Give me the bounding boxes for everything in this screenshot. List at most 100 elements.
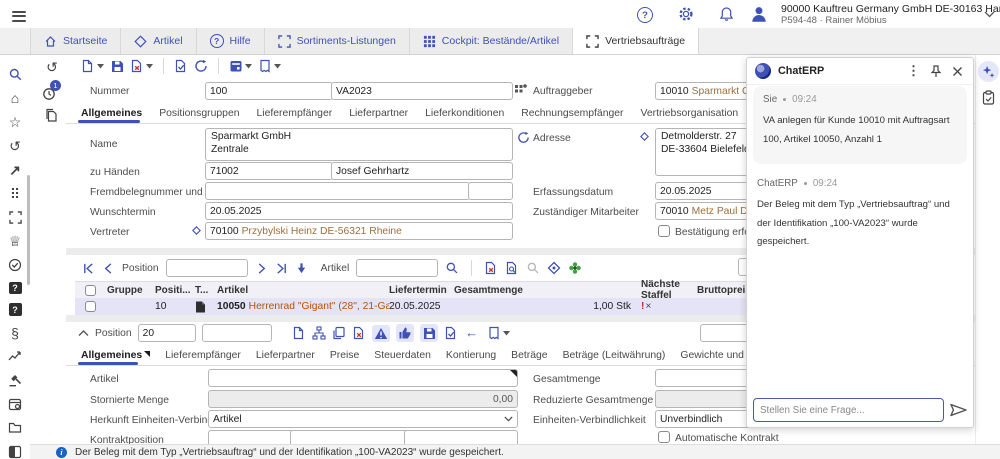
tab-sortiments-listungen[interactable]: Sortiments-Listungen — [265, 28, 410, 54]
column-artikel[interactable]: Artikel — [217, 285, 389, 296]
search-icon[interactable] — [445, 261, 459, 275]
help-icon[interactable]: ? — [637, 7, 653, 23]
folder-icon[interactable] — [7, 420, 23, 435]
send-icon[interactable] — [950, 403, 967, 417]
detail-position-input2[interactable] — [202, 324, 272, 342]
herkunft-select[interactable]: Artikel — [208, 410, 518, 428]
calendar-gear-icon[interactable] — [7, 397, 23, 412]
close-icon[interactable] — [950, 66, 965, 77]
column-gruppe[interactable]: Gruppe — [105, 285, 155, 296]
first-position-button[interactable] — [82, 262, 95, 275]
warning-toggle[interactable] — [372, 325, 390, 342]
delete-position-button[interactable] — [352, 326, 366, 340]
apps-grid-icon[interactable]: ⠿ — [7, 186, 23, 201]
order-tab-rechnungsempfaenger[interactable]: Rechnungsempfänger — [521, 108, 623, 119]
nummer-input[interactable]: 100 — [205, 82, 333, 100]
thumbs-up-toggle[interactable] — [396, 324, 414, 342]
wunschtermin-input[interactable]: 20.05.2025 — [205, 202, 513, 220]
automatische-kontrakt-checkbox[interactable] — [658, 431, 670, 443]
detail-tab-kontierung[interactable]: Kontierung — [446, 350, 496, 361]
home-icon[interactable]: ⌂ — [7, 91, 23, 106]
confirm-document-button[interactable] — [444, 326, 458, 340]
detail-artikel-input[interactable] — [208, 369, 518, 387]
detail-position-input[interactable]: 20 — [138, 324, 196, 342]
detail-tab-lieferempfaenger[interactable]: Lieferempfänger — [165, 350, 241, 361]
detail-tab-betraege[interactable]: Beträge — [511, 350, 547, 361]
order-tab-allgemeines[interactable]: Allgemeines — [81, 108, 142, 119]
tab-hilfe[interactable]: ? Hilfe — [197, 28, 265, 54]
save-button[interactable] — [109, 58, 125, 74]
search-icon[interactable] — [7, 67, 23, 82]
diamond-icon[interactable] — [640, 132, 649, 141]
detail-tab-allgemeines[interactable]: Allgemeines — [81, 350, 150, 361]
half-filled-square-icon[interactable] — [7, 444, 23, 459]
column-bruttopreis[interactable]: Bruttopreis — [697, 285, 748, 296]
share-arrow-icon[interactable]: ↗ — [7, 162, 23, 177]
history-icon[interactable]: ↺ — [7, 139, 23, 154]
delete-document-button[interactable] — [129, 58, 154, 74]
gavel-icon[interactable] — [7, 373, 23, 388]
order-tab-lieferempfaenger[interactable]: Lieferempfänger — [257, 108, 333, 119]
structure-button[interactable] — [312, 326, 326, 340]
pin-icon[interactable] — [928, 65, 943, 78]
chat-question-input[interactable] — [753, 398, 944, 422]
avatar[interactable] — [750, 5, 768, 23]
clipboard-check-icon[interactable] — [982, 90, 995, 105]
column-gesamtmenge[interactable]: Gesamtmenge — [454, 285, 637, 296]
fremdbelegnummer-input[interactable] — [205, 182, 470, 200]
detail-tab-betraege-leitwaehrung[interactable]: Beträge (Leitwährung) — [563, 350, 666, 361]
question-box-icon[interactable]: ? — [9, 303, 22, 316]
tab-startseite[interactable]: Startseite — [30, 28, 121, 54]
sidebar-scrollbar[interactable] — [27, 175, 30, 285]
column-typ[interactable]: T... — [195, 285, 217, 296]
gear-icon[interactable] — [678, 6, 694, 22]
clover-button[interactable] — [568, 261, 582, 275]
column-position[interactable]: Positi... — [155, 285, 195, 296]
vertreter-input[interactable]: 70100Przybylski Heinz DE-56321 Rheine — [205, 222, 513, 240]
user-info[interactable]: 90000 Kauftreu Germany GmbH DE-30163 Han… — [781, 3, 1000, 26]
refresh-name-icon[interactable] — [517, 131, 530, 144]
bestaetigung-checkbox[interactable] — [658, 225, 670, 237]
check-circle-icon[interactable] — [7, 258, 23, 273]
tab-cockpit-bestaende-artikel[interactable]: Cockpit: Bestände/Artikel — [410, 28, 573, 54]
verify-document-button[interactable] — [173, 58, 189, 74]
save-position-toggle[interactable] — [420, 324, 438, 342]
next-position-button[interactable] — [255, 262, 268, 275]
order-tab-vertriebsorganisation[interactable]: Vertriebsorganisation — [641, 108, 739, 119]
position-row[interactable]: 10 10050Herrenrad "Gigant" (28", 21-Gang… — [75, 298, 748, 316]
refresh-button[interactable] — [193, 58, 209, 74]
favorites-star-icon[interactable]: ☆ — [7, 115, 23, 130]
order-tab-lieferpartner[interactable]: Lieferpartner — [349, 108, 408, 119]
column-liefertermin[interactable]: Liefertermin — [389, 285, 454, 296]
tab-vertriebsauftraege[interactable]: Vertriebsaufträge — [573, 28, 699, 54]
history-icon[interactable]: ↺ — [44, 59, 60, 74]
select-all-checkbox[interactable] — [85, 285, 96, 296]
position-nav-input[interactable] — [166, 259, 248, 277]
notifications-icon[interactable]: 1 — [42, 83, 60, 101]
calendar-button[interactable] — [228, 58, 253, 74]
new-position-button[interactable] — [292, 326, 306, 340]
hamburger-menu-icon[interactable] — [12, 8, 26, 24]
detail-tab-lieferpartner[interactable]: Lieferpartner — [256, 350, 315, 361]
back-arrow-icon[interactable]: ← — [464, 326, 480, 341]
kennzeichen-input[interactable]: VA2023 — [331, 82, 513, 100]
collapse-icon[interactable] — [7, 210, 23, 225]
last-position-button[interactable] — [275, 262, 288, 275]
collapse-section-icon[interactable] — [78, 329, 89, 337]
documents-icon[interactable] — [44, 108, 59, 124]
trend-chart-icon[interactable] — [7, 349, 23, 364]
row-checkbox[interactable] — [85, 301, 96, 312]
detail-tab-steuerdaten[interactable]: Steuerdaten — [374, 350, 431, 361]
delete-position-button[interactable] — [484, 261, 498, 275]
goto-position-button[interactable] — [295, 262, 308, 275]
print-document-button[interactable] — [257, 58, 282, 74]
zu-haenden-name-input[interactable]: Josef Gehrhartz — [331, 162, 513, 180]
question-box-icon[interactable]: ? — [9, 282, 22, 295]
artikel-search-input[interactable] — [356, 259, 438, 277]
options-icon[interactable] — [514, 83, 527, 95]
search-document-button[interactable] — [505, 261, 519, 275]
diamond-search-button[interactable] — [547, 261, 561, 275]
order-tab-positionsgruppen[interactable]: Positionsgruppen — [159, 108, 239, 119]
diamond-icon[interactable] — [192, 226, 201, 235]
kebab-menu-icon[interactable]: ⋮ — [906, 63, 921, 79]
